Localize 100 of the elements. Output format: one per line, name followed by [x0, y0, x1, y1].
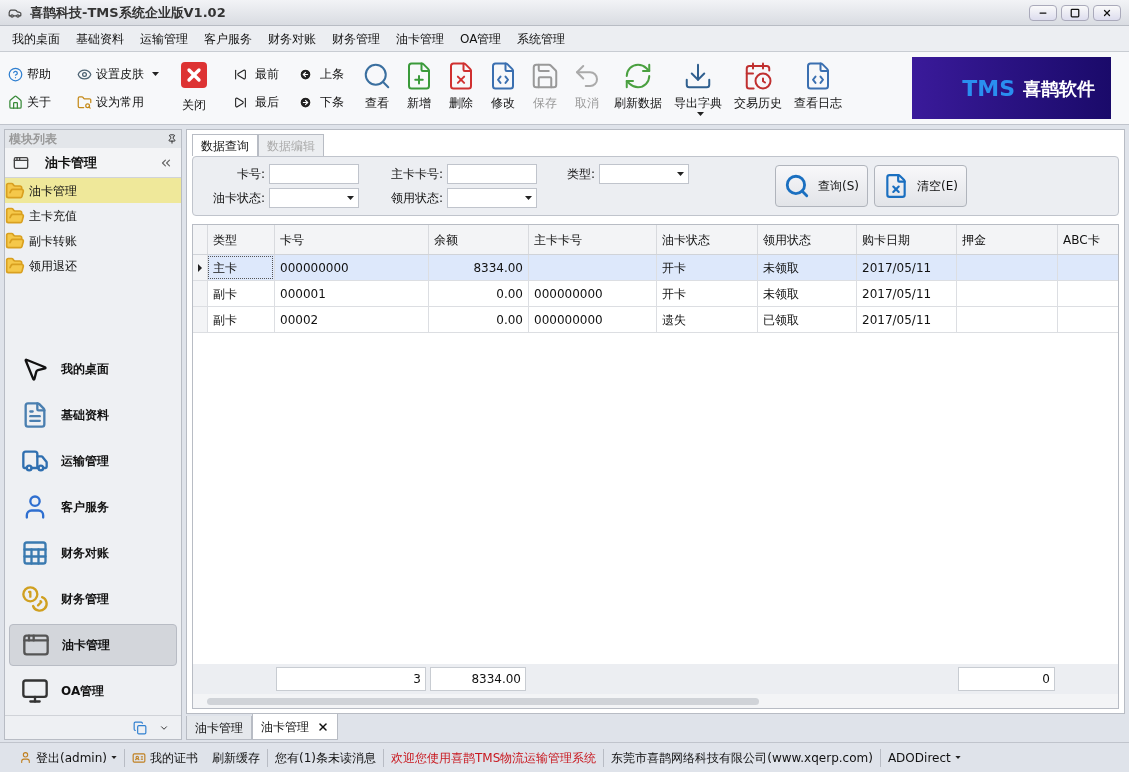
toolbar-button[interactable]: 删除 — [440, 60, 482, 116]
close-button[interactable] — [1093, 4, 1121, 21]
nav-button[interactable]: 最后 — [234, 93, 279, 111]
close-tool-button[interactable]: 关闭 — [172, 62, 216, 114]
menu-item[interactable]: 系统管理 — [509, 29, 574, 48]
sidebar-item[interactable]: 油卡管理 — [5, 178, 181, 203]
field-label: 主卡卡号: — [389, 166, 444, 183]
window-icon — [13, 154, 29, 171]
toolbar-button[interactable]: 导出字典 — [668, 60, 728, 116]
column-header[interactable]: ABC卡 — [1057, 225, 1107, 254]
status-item[interactable]: 欢迎您使用喜鹊TMS物流运输管理系统 — [382, 748, 604, 767]
maximize-button[interactable] — [1061, 4, 1089, 21]
nav-button[interactable]: 下条 — [299, 93, 344, 111]
document-tab[interactable]: 油卡管理 — [186, 716, 252, 740]
table-cell-text: 主卡 — [213, 259, 237, 277]
spreadsheet-icon — [21, 539, 49, 567]
close-icon — [1102, 7, 1112, 18]
horizontal-scrollbar[interactable] — [193, 694, 1118, 708]
history-icon — [743, 60, 773, 91]
table-cell-text: 0.00 — [496, 311, 523, 329]
select-field[interactable] — [447, 188, 537, 208]
select-field[interactable] — [269, 188, 359, 208]
module-button[interactable]: 财务管理 — [9, 578, 177, 620]
column-header[interactable]: 油卡状态 — [656, 225, 757, 254]
column-header[interactable]: 领用状态 — [757, 225, 856, 254]
column-header[interactable]: 购卡日期 — [856, 225, 956, 254]
sidebar-item[interactable]: 主卡充值 — [5, 203, 181, 228]
column-header[interactable]: 卡号 — [274, 225, 428, 254]
toolbar-button[interactable]: 修改 — [482, 60, 524, 116]
module-button[interactable]: 我的桌面 — [9, 348, 177, 390]
row-header[interactable] — [193, 255, 207, 280]
pin-icon[interactable] — [167, 134, 177, 144]
toolbar-button[interactable]: 新增 — [398, 60, 440, 116]
folder-icon — [5, 205, 25, 226]
table-row[interactable]: 主卡 000000000 8334.00 开卡 未领取 2017/05/11 — [193, 255, 1118, 281]
minimize-button[interactable] — [1029, 4, 1057, 21]
caret-icon — [677, 172, 684, 176]
status-item[interactable]: ADODirect — [879, 748, 968, 767]
status-item[interactable]: 您有(1)条未读消息 — [266, 748, 383, 767]
table-row[interactable]: 副卡 000001 0.00 000000000 开卡 未领取 2017/05/11 — [193, 281, 1118, 307]
toolbar-button[interactable]: 刷新数据 — [608, 60, 668, 116]
table-cell-text: 2017/05/11 — [862, 285, 932, 303]
toolbar-button[interactable]: 关于 — [8, 93, 61, 111]
toolbar-button[interactable]: 查看 — [356, 60, 398, 116]
menu-item[interactable]: 运输管理 — [132, 29, 196, 48]
column-header[interactable]: 主卡卡号 — [528, 225, 656, 254]
close-icon — [181, 62, 207, 88]
menu-item[interactable]: 油卡管理 — [388, 29, 452, 48]
column-header[interactable]: 余额 — [428, 225, 528, 254]
menu-item[interactable]: 我的桌面 — [4, 29, 68, 48]
windows-icon[interactable] — [133, 720, 147, 735]
select-field[interactable] — [599, 164, 689, 184]
toolbar-button[interactable]: 设为常用 — [76, 93, 168, 111]
module-button[interactable]: 财务对账 — [9, 532, 177, 574]
caret-icon — [954, 756, 961, 759]
field-label: 卡号: — [235, 166, 266, 183]
nav-button[interactable]: 最前 — [234, 65, 279, 83]
module-button[interactable]: OA管理 — [9, 670, 177, 712]
maximize-icon — [1070, 7, 1080, 18]
menu-item[interactable]: 客户服务 — [196, 29, 260, 48]
sidebar-item[interactable]: 副卡转账 — [5, 228, 181, 253]
input-field[interactable] — [447, 164, 537, 184]
folder-icon — [5, 230, 25, 251]
table-cell-text: 000000000 — [534, 311, 603, 329]
tab[interactable]: 数据查询 — [192, 134, 258, 156]
toolbar-button[interactable]: 设置皮肤 — [76, 65, 168, 83]
summary-cell: 8334.00 — [430, 667, 526, 691]
module-button[interactable]: 运输管理 — [9, 440, 177, 482]
prev-icon — [299, 67, 312, 81]
folder-icon — [5, 180, 25, 201]
sidebar-item[interactable]: 领用退还 — [5, 253, 181, 278]
column-header[interactable]: 类型 — [207, 225, 274, 254]
clear-button[interactable]: 清空(E) — [874, 165, 967, 207]
status-item[interactable]: 登出(admin) — [12, 748, 124, 767]
status-item[interactable]: 刷新缓存 — [204, 748, 267, 767]
menu-item[interactable]: 基础资料 — [68, 29, 132, 48]
module-button[interactable]: 油卡管理 — [9, 624, 177, 666]
toolbar-button[interactable]: 交易历史 — [728, 60, 788, 116]
menu-item[interactable]: 财务对账 — [260, 29, 324, 48]
brand-text: TMS — [962, 74, 1015, 103]
status-item[interactable]: 我的证书 — [123, 748, 205, 767]
user-icon — [19, 751, 32, 764]
module-button[interactable]: 基础资料 — [9, 394, 177, 436]
toolbar-button[interactable]: 查看日志 — [788, 60, 848, 116]
toolbar-button[interactable]: 帮助 — [8, 65, 61, 83]
table-cell-text: 开卡 — [662, 285, 686, 303]
document-tab[interactable]: 油卡管理 — [252, 714, 338, 740]
folder-icon — [5, 255, 25, 276]
close-icon[interactable] — [317, 720, 329, 733]
search-button[interactable]: 查询(S) — [775, 165, 868, 207]
column-header[interactable]: 押金 — [956, 225, 1057, 254]
status-item[interactable]: 东莞市喜鹊网络科技有限公司(www.xqerp.com) — [603, 748, 880, 767]
module-button[interactable]: 客户服务 — [9, 486, 177, 528]
input-field[interactable] — [269, 164, 359, 184]
nav-button[interactable]: 上条 — [299, 65, 344, 83]
menu-item[interactable]: 财务管理 — [324, 29, 388, 48]
coins-icon — [21, 585, 49, 613]
table-row[interactable]: 副卡 00002 0.00 000000000 遗失 已领取 2017/05/11 — [193, 307, 1118, 333]
table-cell-text: 开卡 — [662, 259, 686, 277]
menu-item[interactable]: OA管理 — [452, 29, 510, 48]
